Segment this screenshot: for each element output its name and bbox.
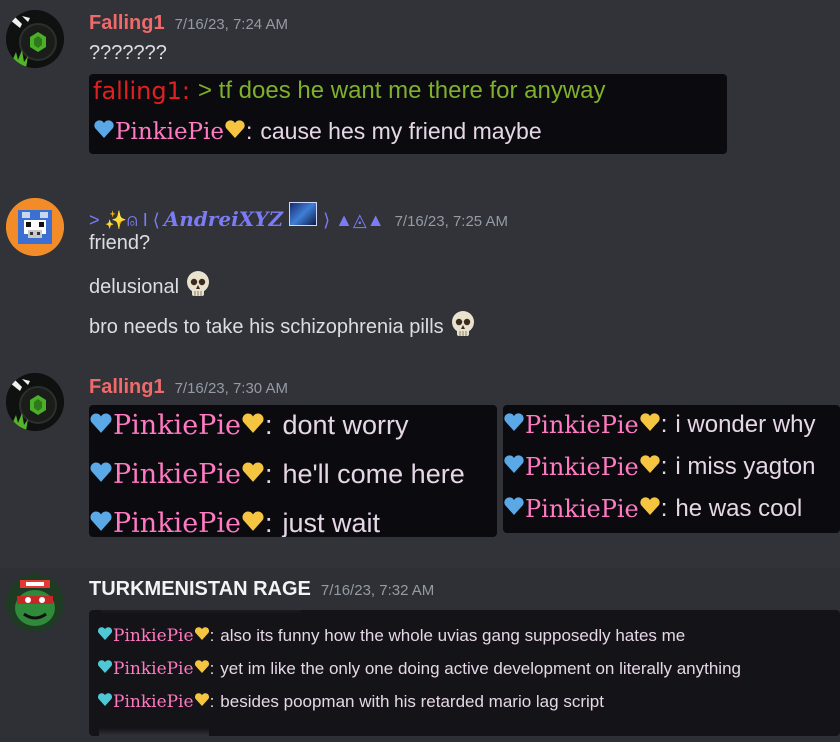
heart-yellow-icon [194, 659, 210, 679]
separator: : [264, 508, 273, 537]
message-falling1-1: Falling1 7/16/23, 7:24 AM ??????? fallin… [0, 0, 840, 170]
chat-text: i wonder why [675, 411, 816, 438]
chat-text: cause hes my friend maybe [260, 118, 542, 144]
heart-teal-icon [97, 692, 113, 712]
heart-blue-icon [89, 508, 113, 537]
avatar-pixel-cow-icon [6, 198, 64, 256]
chat-text: just wait [282, 508, 381, 537]
username[interactable]: AndreiXYZ [164, 207, 283, 231]
message-text: bro needs to take his schizophrenia pill… [89, 315, 444, 338]
heart-yellow-icon [241, 508, 265, 537]
heart-yellow-icon [639, 453, 661, 481]
pinkiepie-name: PinkiePie [525, 411, 639, 439]
pinkiepie-name: PinkiePie [525, 495, 639, 523]
separator: : [660, 453, 668, 480]
chat-text: dont worry [282, 410, 409, 440]
pinkiepie-name: PinkiePie [113, 626, 194, 646]
heart-yellow-icon [241, 459, 265, 490]
heart-blue-icon [503, 453, 525, 481]
separator: : [264, 459, 273, 489]
pinkiepie-name: PinkiePie [115, 118, 224, 145]
message-text: delusional [89, 275, 180, 298]
chat-text: he'll come here [282, 459, 465, 489]
message-line: bro needs to take his schizophrenia pill… [89, 310, 476, 344]
message-text: friend? [89, 232, 151, 254]
message-andrei: > ✨⍝ I ⟨ AndreiXYZ ⟩ ▲◬▲ 7/16/23, 7:25 A… [0, 190, 840, 350]
chat-text: he was cool [675, 495, 803, 522]
separator: : [246, 118, 253, 144]
avatar-turtle-icon [6, 574, 64, 632]
username[interactable]: Falling1 [89, 12, 165, 35]
pinkiepie-name: PinkiePie [113, 508, 241, 537]
image-attachment-left[interactable]: PinkiePie : dont worry PinkiePie : he'll… [89, 405, 497, 537]
timestamp: 7/16/23, 7:30 AM [174, 380, 288, 397]
timestamp: 7/16/23, 7:24 AM [174, 16, 288, 33]
image-attachment[interactable]: falling1: > tf does he want me there for… [89, 74, 727, 154]
quoted-username: falling1: [93, 77, 190, 105]
avatar-bomb-icon [6, 10, 64, 68]
username[interactable]: TURKMENISTAN RAGE [89, 578, 311, 601]
separator: : [264, 410, 273, 440]
message-turkmenistan: TURKMENISTAN RAGE 7/16/23, 7:32 AM Pinki… [0, 568, 840, 742]
timestamp: 7/16/23, 7:25 AM [394, 213, 508, 230]
separator: : [660, 411, 668, 438]
heart-yellow-icon [194, 626, 210, 646]
separator: : [209, 692, 215, 711]
chat-log: Falling1 7/16/23, 7:24 AM ??????? fallin… [0, 0, 840, 742]
pinkiepie-name: PinkiePie [113, 410, 241, 441]
username[interactable]: Falling1 [89, 376, 165, 399]
skull-emoji-icon [185, 270, 211, 304]
heart-teal-icon [97, 626, 113, 646]
heart-yellow-icon [639, 495, 661, 523]
pinkiepie-name: PinkiePie [113, 659, 194, 679]
heart-blue-icon [89, 410, 113, 441]
image-attachment-right[interactable]: PinkiePie : i wonder why PinkiePie : i m… [503, 405, 840, 533]
heart-blue-icon [93, 118, 115, 145]
image-attachment[interactable]: PinkiePie : also its funny how the whole… [89, 610, 840, 736]
separator: : [209, 659, 215, 678]
chat-text: yet im like the only one doing active de… [220, 659, 741, 678]
chat-text: also its funny how the whole uvias gang … [220, 626, 686, 645]
username-prefix: > ✨⍝ I ⟨ [89, 210, 160, 230]
avatar[interactable] [6, 10, 64, 68]
avatar-bomb-icon [6, 373, 64, 431]
separator: : [209, 626, 215, 645]
chat-text: besides poopman with his retarded mario … [220, 692, 604, 711]
quoted-text: > tf does he want me there for anyway [197, 77, 606, 104]
pinkiepie-name: PinkiePie [113, 692, 194, 712]
heart-yellow-icon [224, 118, 246, 145]
heart-teal-icon [97, 659, 113, 679]
heart-blue-icon [89, 459, 113, 490]
heart-blue-icon [503, 411, 525, 439]
pinkiepie-name: PinkiePie [525, 453, 639, 481]
cropped-top-line [101, 610, 301, 614]
cropped-bottom-line [99, 728, 209, 736]
separator: : [660, 495, 668, 522]
message-text: ??????? [89, 42, 167, 64]
message-falling1-2: Falling1 7/16/23, 7:30 AM PinkiePie : do… [0, 365, 840, 550]
heart-yellow-icon [194, 692, 210, 712]
timestamp: 7/16/23, 7:32 AM [320, 582, 435, 599]
skull-emoji-icon [450, 310, 476, 344]
message-line: delusional [89, 270, 211, 304]
galaxy-badge-icon [289, 202, 318, 226]
heart-yellow-icon [241, 410, 265, 441]
pinkiepie-name: PinkiePie [113, 459, 241, 490]
avatar[interactable] [6, 373, 64, 431]
avatar[interactable] [6, 198, 64, 256]
avatar[interactable] [6, 574, 64, 632]
heart-yellow-icon [639, 411, 661, 439]
username-suffix: ⟩ ▲◬▲ [323, 210, 385, 230]
heart-blue-icon [503, 495, 525, 523]
chat-text: i miss yagton [675, 453, 816, 480]
